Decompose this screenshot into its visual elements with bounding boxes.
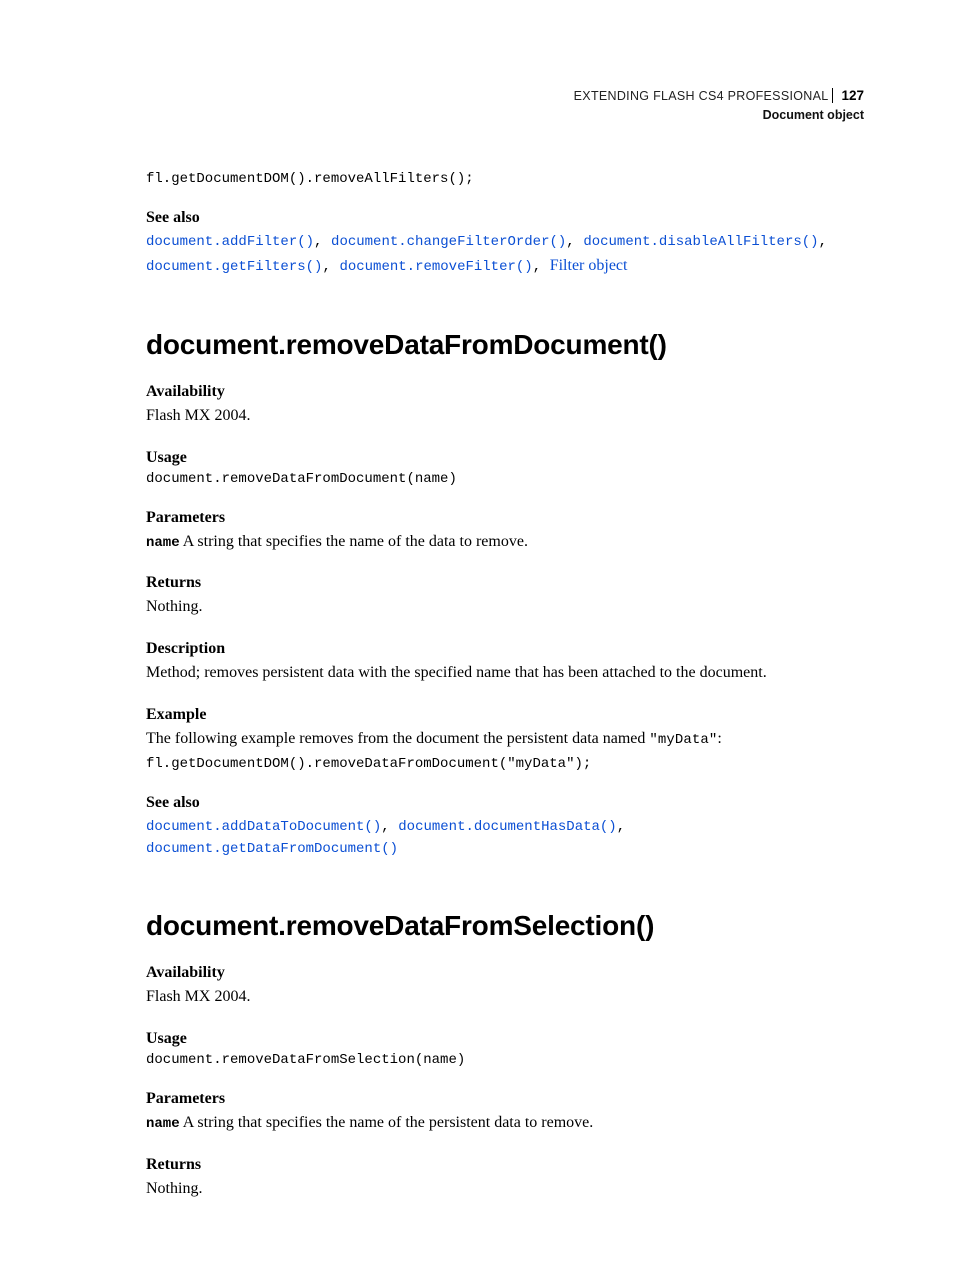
see-also-links-2: document.addDataToDocument(), document.d… [146, 816, 864, 861]
parameters-text-2: name A string that specifies the name of… [146, 1112, 864, 1134]
link-getdatafromdocument[interactable]: document.getDataFromDocument() [146, 841, 398, 857]
see-also-heading-2: See also [146, 794, 864, 812]
code-example-top: fl.getDocumentDOM().removeAllFilters(); [146, 171, 864, 187]
usage-heading-2: Usage [146, 1030, 864, 1048]
usage-heading: Usage [146, 449, 864, 467]
page-header: EXTENDING FLASH CS4 PROFESSIONAL127 Docu… [146, 86, 864, 125]
usage-code-2: document.removeDataFromSelection(name) [146, 1052, 864, 1068]
param-name-2: name [146, 1116, 180, 1132]
link-addfilter[interactable]: document.addFilter() [146, 234, 314, 250]
availability-heading-2: Availability [146, 964, 864, 982]
link-getfilters[interactable]: document.getFilters() [146, 259, 322, 275]
parameters-heading-2: Parameters [146, 1090, 864, 1108]
parameters-text: name A string that specifies the name of… [146, 531, 864, 553]
link-filter-object[interactable]: Filter object [550, 257, 628, 274]
book-title: EXTENDING FLASH CS4 PROFESSIONAL [574, 89, 829, 103]
link-adddatatodocument[interactable]: document.addDataToDocument() [146, 819, 381, 835]
returns-text: Nothing. [146, 596, 864, 618]
description-heading: Description [146, 640, 864, 658]
page: EXTENDING FLASH CS4 PROFESSIONAL127 Docu… [0, 0, 954, 1265]
returns-heading: Returns [146, 574, 864, 592]
example-intro: The following example removes from the d… [146, 728, 864, 750]
link-disableallfilters[interactable]: document.disableAllFilters() [583, 234, 818, 250]
availability-heading: Availability [146, 383, 864, 401]
param-desc-2: A string that specifies the name of the … [180, 1114, 594, 1131]
example-heading: Example [146, 706, 864, 724]
availability-text: Flash MX 2004. [146, 405, 864, 427]
link-changefilterorder[interactable]: document.changeFilterOrder() [331, 234, 566, 250]
see-also-links: document.addFilter(), document.changeFil… [146, 231, 864, 279]
see-also-heading: See also [146, 209, 864, 227]
link-removefilter[interactable]: document.removeFilter() [339, 259, 532, 275]
header-line-1: EXTENDING FLASH CS4 PROFESSIONAL127 [146, 86, 864, 106]
returns-heading-2: Returns [146, 1156, 864, 1174]
param-name: name [146, 535, 180, 551]
returns-text-2: Nothing. [146, 1178, 864, 1200]
link-documenthasdata[interactable]: document.documentHasData() [398, 819, 616, 835]
description-text: Method; removes persistent data with the… [146, 662, 864, 684]
page-number: 127 [832, 88, 864, 103]
section-title-removedatafromselection: document.removeDataFromSelection() [146, 910, 864, 942]
param-desc: A string that specifies the name of the … [180, 533, 528, 550]
example-intro-a: The following example removes from the d… [146, 730, 649, 747]
usage-code: document.removeDataFromDocument(name) [146, 471, 864, 487]
parameters-heading: Parameters [146, 509, 864, 527]
example-intro-b: : [717, 730, 721, 747]
header-section: Document object [146, 106, 864, 125]
example-intro-mono: "myData" [649, 732, 717, 748]
availability-text-2: Flash MX 2004. [146, 986, 864, 1008]
example-code: fl.getDocumentDOM().removeDataFromDocume… [146, 756, 864, 772]
section-title-removedatafromdocument: document.removeDataFromDocument() [146, 329, 864, 361]
